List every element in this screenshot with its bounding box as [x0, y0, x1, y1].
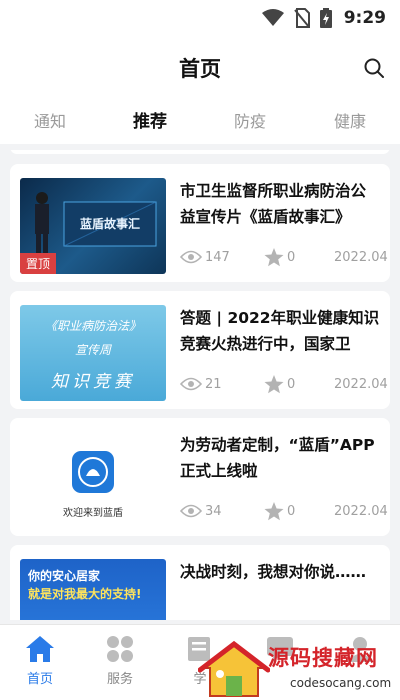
thumbnail-line: 《职业病防治法》: [44, 319, 141, 333]
article-thumbnail: 你的安心居家 就是对我最大的支持!: [20, 559, 166, 620]
article-meta: 147 0 2022.04.2: [180, 247, 388, 267]
home-icon: [26, 636, 54, 662]
view-count: 34: [205, 503, 222, 519]
house-logo-icon: [197, 640, 271, 697]
list-item[interactable]: 欢迎来到蓝盾 为劳动者定制，“蓝盾”APP正式上线啦 34 0 2022.04.…: [10, 418, 390, 536]
no-sim-icon: [293, 8, 310, 28]
article-title[interactable]: 市卫生监督所职业病防治公益宣传片《蓝盾故事汇》正...: [180, 178, 380, 230]
star-icon[interactable]: [264, 374, 284, 394]
list-item[interactable]: 你的安心居家 就是对我最大的支持! 决战时刻，我想对你说……: [10, 545, 390, 620]
like-count: 0: [287, 503, 296, 519]
article-date: 2022.04.2: [334, 249, 388, 265]
view-count: 147: [205, 249, 230, 265]
article-date: 2022.04.2: [334, 376, 388, 392]
eye-icon: [180, 504, 202, 518]
article-date: 2022.04.2: [334, 503, 388, 519]
battery-icon: [319, 8, 332, 28]
status-bar: 9:29: [0, 0, 400, 36]
search-icon: [364, 58, 384, 78]
eye-icon: [180, 377, 202, 391]
wifi-icon: [261, 9, 284, 27]
article-title[interactable]: 答题 | 2022年职业健康知识竞赛火热进行中，国家卫健...: [180, 305, 380, 357]
thumbnail-line: 你的安心居家: [28, 569, 101, 583]
nav-home[interactable]: 首页: [0, 625, 80, 700]
watermark-text: 源码搜藏网: [268, 646, 378, 670]
star-icon[interactable]: [264, 247, 284, 267]
tab-health[interactable]: 健康: [300, 100, 400, 144]
article-list[interactable]: 蓝盾故事汇 置顶 市卫生监督所职业病防治公益宣传片《蓝盾故事汇》正... 147…: [10, 150, 390, 620]
thumbnail-line: 知识竞赛: [51, 372, 135, 392]
eye-icon: [180, 250, 202, 264]
view-count: 21: [205, 376, 222, 392]
list-item[interactable]: 蓝盾故事汇 置顶 市卫生监督所职业病防治公益宣传片《蓝盾故事汇》正... 147…: [10, 164, 390, 282]
app-header: 首页: [0, 36, 400, 100]
article-title[interactable]: 为劳动者定制，“蓝盾”APP正式上线啦: [180, 432, 380, 484]
like-count: 0: [287, 376, 296, 392]
list-item[interactable]: [10, 150, 390, 154]
article-meta: 34 0 2022.04.2: [180, 501, 388, 521]
article-meta: 21 0 2022.04.2: [180, 374, 388, 394]
tab-notice[interactable]: 通知: [0, 100, 100, 144]
grid-icon: [107, 636, 133, 662]
tab-recommend[interactable]: 推荐: [100, 100, 200, 144]
page-title: 首页: [179, 57, 221, 81]
thumbnail-line: 就是对我最大的支持!: [28, 587, 142, 601]
article-thumbnail: 《职业病防治法》 宣传周 知识竞赛: [20, 305, 166, 401]
search-button[interactable]: [362, 56, 386, 80]
article-thumbnail: 欢迎来到蓝盾: [20, 432, 166, 528]
nav-services[interactable]: 服务: [80, 625, 160, 700]
thumbnail-caption: 欢迎来到蓝盾: [63, 508, 123, 519]
pinned-badge: 置顶: [20, 253, 57, 274]
like-count: 0: [287, 249, 296, 265]
nav-label: 首页: [26, 672, 53, 687]
article-title[interactable]: 决战时刻，我想对你说……: [180, 559, 380, 585]
list-item[interactable]: 《职业病防治法》 宣传周 知识竞赛 答题 | 2022年职业健康知识竞赛火热进行…: [10, 291, 390, 409]
nav-label: 服务: [106, 672, 133, 687]
article-thumbnail: 蓝盾故事汇 置顶: [20, 178, 166, 274]
watermark: 源码搜藏网 codesocang.com: [197, 640, 400, 700]
category-tabs: 通知 推荐 防疫 健康: [0, 100, 400, 144]
thumbnail-caption: 蓝盾故事汇: [80, 217, 141, 231]
tab-epidemic[interactable]: 防疫: [200, 100, 300, 144]
clock: 9:29: [343, 8, 386, 28]
thumbnail-line: 宣传周: [74, 343, 111, 357]
star-icon[interactable]: [264, 501, 284, 521]
watermark-url: codesocang.com: [290, 676, 392, 690]
